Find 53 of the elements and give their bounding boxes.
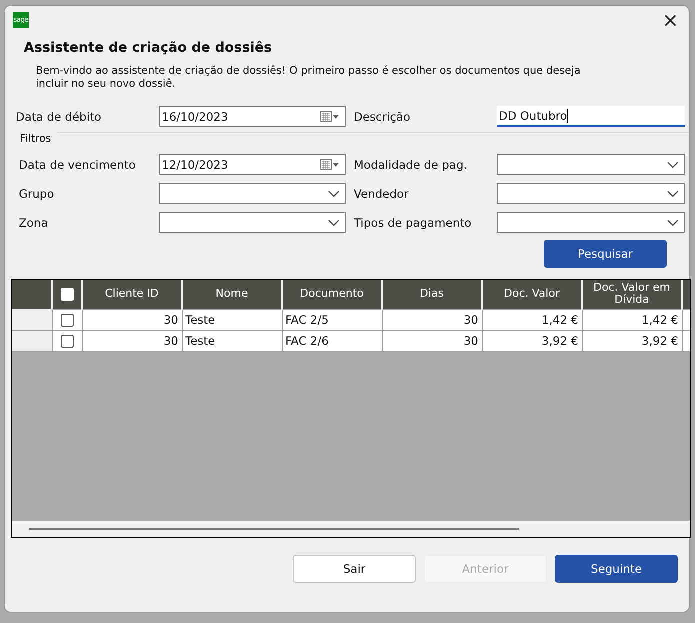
table-cell: 30 (82, 309, 182, 330)
date-picker[interactable]: 16/10/2023 (159, 106, 346, 127)
wizard-heading: Assistente de criação de dossiês (24, 40, 274, 56)
table-cell: 30 (82, 330, 182, 351)
field-label: Vendedor (354, 186, 410, 200)
wizard-button[interactable]: Seguinte (555, 555, 678, 583)
search-button[interactable]: Pesquisar (544, 240, 667, 268)
table-cell: FAC 2/6 (282, 330, 382, 351)
field-label: Zona (19, 216, 50, 230)
dropdown-field[interactable] (159, 212, 346, 233)
column-header[interactable]: Nome (182, 280, 282, 309)
chevron-down-icon (328, 190, 340, 198)
chevron-down-icon (667, 218, 679, 226)
field-label: Data de débito (16, 110, 103, 124)
table-cell: FAC 2/5 (282, 309, 382, 330)
group-label: Filtros (20, 133, 52, 145)
chevron-down-icon (667, 190, 679, 198)
dropdown-field[interactable] (159, 183, 346, 204)
row-checkbox[interactable] (60, 334, 74, 348)
field-label: Data de vencimento (19, 158, 137, 172)
table-cell: 1,42 € (482, 309, 582, 330)
field-label: Tipos de pagamento (354, 216, 473, 230)
wizard-button: Anterior (424, 555, 547, 583)
row-checkbox[interactable] (60, 314, 74, 327)
table-cell: Teste (182, 330, 282, 351)
calendar-dropdown-icon (320, 110, 340, 122)
field-label: Descrição (354, 110, 412, 124)
column-header[interactable]: Doc. Valor (482, 280, 582, 309)
select-all-checkbox[interactable] (60, 288, 74, 301)
chevron-down-icon (667, 160, 679, 168)
wizard-button[interactable]: Sair (293, 555, 416, 583)
intro-text: Bem-vindo ao assistente de criação de dossiês! O primeiro passo é escolher os documentos que deseja incluir no seu novo dossiê. (36, 65, 582, 91)
calendar-dropdown-icon (320, 158, 340, 170)
column-header[interactable]: Dias (382, 280, 482, 309)
dropdown-field[interactable] (497, 212, 685, 233)
column-header[interactable]: Doc. Valor em Dívida (582, 280, 682, 309)
table-cell: 3,92 € (482, 330, 582, 351)
close-button[interactable]: × (656, 10, 685, 30)
date-picker[interactable]: 12/10/2023 (159, 154, 346, 175)
table-cell: 30 (382, 330, 482, 351)
table-cell: Teste (182, 309, 282, 330)
table-cell: 3,92 € (582, 330, 682, 351)
field-label: Modalidade de pag. (354, 158, 468, 172)
table-cell: 1,42 € (582, 309, 682, 330)
dropdown-field[interactable] (497, 154, 685, 175)
chevron-down-icon (328, 218, 340, 226)
table-cell: 30 (382, 309, 482, 330)
dropdown-field[interactable] (497, 183, 685, 204)
column-header[interactable]: Cliente ID (82, 280, 182, 309)
column-header[interactable]: Documento (282, 280, 382, 309)
text-field[interactable]: DD Outubro (497, 106, 685, 127)
field-label: Grupo (19, 186, 56, 200)
scrollbar-thumb[interactable] (29, 528, 519, 530)
